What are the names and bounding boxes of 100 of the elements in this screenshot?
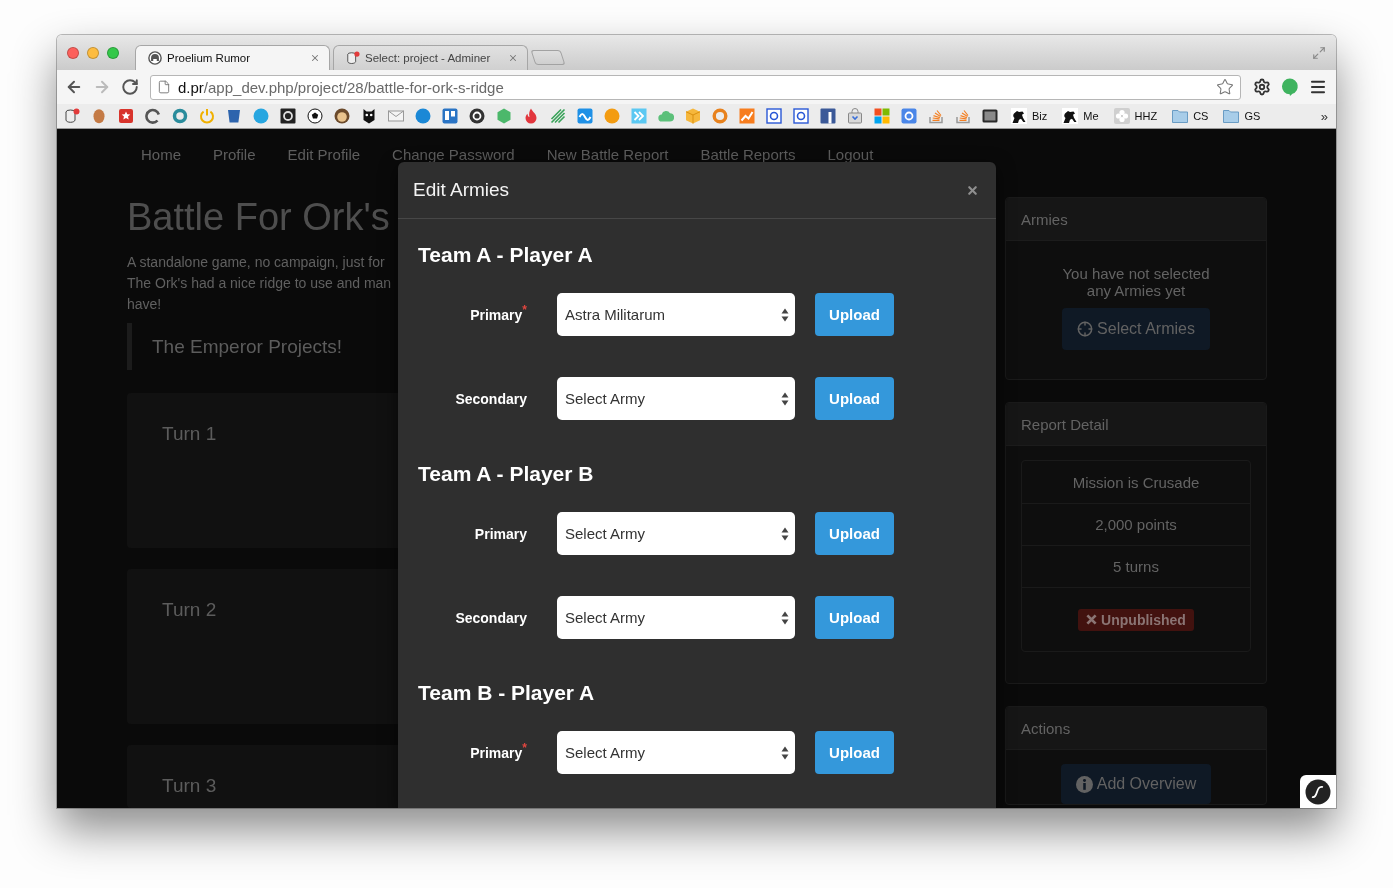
close-icon[interactable] xyxy=(508,53,518,63)
tile-icon[interactable] xyxy=(901,108,917,124)
army-select[interactable]: Astra Militarum xyxy=(557,293,795,336)
debug-toolbar-button[interactable] xyxy=(1300,775,1336,808)
close-window-button[interactable] xyxy=(67,46,79,59)
section-heading: Team A - Player B xyxy=(418,461,594,487)
tile-icon[interactable] xyxy=(820,108,836,124)
envelope-icon[interactable] xyxy=(388,108,404,124)
empty-armies-message: You have not selected any Armies yet xyxy=(1061,265,1211,299)
framed-tile-icon[interactable] xyxy=(766,108,782,124)
board-tile-icon[interactable] xyxy=(442,108,458,124)
bucket-icon[interactable] xyxy=(226,108,242,124)
turn-title: Turn 3 xyxy=(162,775,217,797)
cross-icon xyxy=(1086,614,1098,625)
lens-tile-icon[interactable] xyxy=(280,108,296,124)
turn-title: Turn 1 xyxy=(162,423,217,445)
helmet-logo-icon xyxy=(148,51,162,65)
egg-icon[interactable] xyxy=(91,108,107,124)
report-title: Battle For Ork's xyxy=(127,196,390,239)
folder-icon xyxy=(1223,108,1240,124)
ring-icon[interactable] xyxy=(712,108,728,124)
disc-icon[interactable] xyxy=(253,108,269,124)
bookmarks-overflow-button[interactable]: » xyxy=(1320,108,1328,124)
stacked-tray-icon[interactable] xyxy=(955,108,971,124)
close-icon[interactable] xyxy=(310,53,320,63)
star-tile-icon[interactable] xyxy=(118,108,134,124)
ring-icon[interactable] xyxy=(172,108,188,124)
chart-tile-icon[interactable] xyxy=(739,108,755,124)
field-label: Primary$^{*}$ xyxy=(469,744,527,761)
stacked-tray-icon[interactable] xyxy=(928,108,944,124)
reload-icon[interactable] xyxy=(121,78,139,96)
field-label: Secondary xyxy=(454,609,527,626)
browser-tab[interactable]: Proelium Rumor xyxy=(135,45,330,70)
army-select[interactable]: Select Army xyxy=(557,731,795,774)
page-icon xyxy=(157,80,171,94)
report-description: A standalone game, no campaign, just for The Ork's had a nice ridge to use and man have! xyxy=(127,253,392,314)
logo-icon xyxy=(1305,778,1331,805)
bookmark-link[interactable]: GS xyxy=(1221,108,1263,124)
select-arrows-icon xyxy=(781,307,789,322)
flame-icon[interactable] xyxy=(523,108,539,124)
crosshair-icon xyxy=(1077,321,1094,337)
disc-icon[interactable] xyxy=(415,108,431,124)
army-select[interactable]: Select Army xyxy=(557,596,795,639)
field-label: Primary$^{*}$ xyxy=(469,306,527,323)
turn-title: Turn 2 xyxy=(162,599,217,621)
select-arrows-icon xyxy=(781,526,789,541)
panel-header: Armies xyxy=(1006,198,1266,241)
ball-icon[interactable] xyxy=(307,108,323,124)
star-icon[interactable] xyxy=(1216,78,1234,96)
face-icon[interactable] xyxy=(334,108,350,124)
hexagon-icon[interactable] xyxy=(496,108,512,124)
disc-icon[interactable] xyxy=(604,108,620,124)
bookmark-link[interactable]: Me xyxy=(1060,108,1101,124)
chevrons-tile-icon[interactable] xyxy=(631,108,647,124)
select-arrows-icon xyxy=(781,391,789,406)
address-field[interactable]: d.pr/app_dev.php/project/28/battle-for-ork-s-ridge xyxy=(150,74,1241,100)
url-text: d.pr/app_dev.php/project/28/battle-for-ork-s-ridge xyxy=(178,78,505,96)
flower-icon xyxy=(1113,108,1130,124)
horse-icon xyxy=(1011,108,1027,124)
army-select[interactable]: Select Army xyxy=(557,377,795,420)
select-arrows-icon xyxy=(781,610,789,625)
folder-icon xyxy=(1172,108,1189,124)
ring-disc-icon[interactable] xyxy=(469,108,485,124)
settings-icon[interactable] xyxy=(1253,78,1271,96)
close-icon[interactable] xyxy=(966,183,979,197)
browser-tab[interactable]: Select: project - Adminer xyxy=(333,45,528,70)
screen-icon[interactable] xyxy=(982,108,998,124)
bookmark-link[interactable]: HHZ xyxy=(1111,108,1160,124)
panel-header: Actions xyxy=(1006,707,1266,750)
wave-tile-icon[interactable] xyxy=(577,108,593,124)
shopping-bag-icon[interactable] xyxy=(847,108,863,124)
bookmark-link[interactable]: CS xyxy=(1170,108,1211,124)
panel-header: Report Detail xyxy=(1006,403,1266,446)
new-tab-button[interactable] xyxy=(530,50,566,65)
database-icon xyxy=(346,51,360,65)
detail-item: 5 turns xyxy=(1022,545,1250,587)
minimize-window-button[interactable] xyxy=(87,46,99,59)
stripes-icon[interactable] xyxy=(550,108,566,124)
menu-icon[interactable] xyxy=(1309,78,1327,96)
horse-icon xyxy=(1062,108,1079,124)
detail-item: 2,000 points xyxy=(1022,503,1250,545)
database-icon[interactable] xyxy=(64,108,80,124)
cloud-icon[interactable] xyxy=(658,108,674,124)
box-icon[interactable] xyxy=(685,108,701,124)
four-squares-icon[interactable] xyxy=(874,108,890,124)
detail-item: Mission is Crusade xyxy=(1071,472,1201,493)
bookmark-link[interactable]: Biz xyxy=(1009,108,1050,124)
army-select[interactable]: Select Army xyxy=(557,512,795,555)
framed-tile-icon[interactable] xyxy=(793,108,809,124)
field-label: Primary xyxy=(473,525,527,542)
report-quote: The Emperor Projects! xyxy=(127,323,343,370)
info-icon xyxy=(1075,775,1093,793)
zoom-window-button[interactable] xyxy=(107,46,119,59)
arc-icon[interactable] xyxy=(145,108,161,124)
owl-icon[interactable] xyxy=(361,108,377,124)
select-arrows-icon xyxy=(781,745,789,760)
speech-balloon-icon[interactable] xyxy=(1281,78,1299,96)
field-label: Secondary xyxy=(454,390,527,407)
section-heading: Team B - Player A xyxy=(418,680,595,706)
fullscreen-icon[interactable] xyxy=(1312,45,1326,60)
